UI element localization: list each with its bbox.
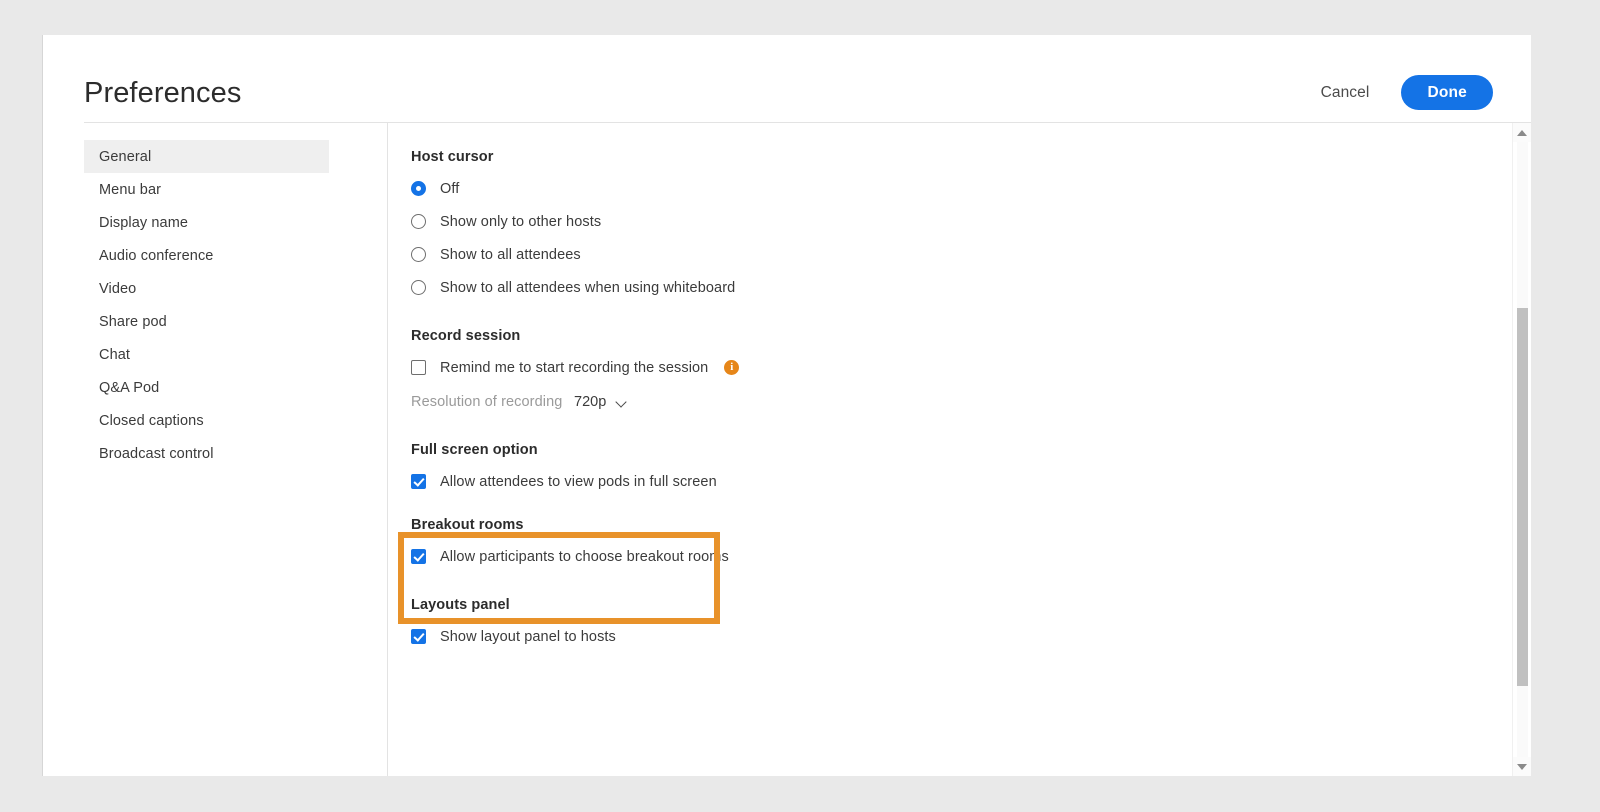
- dialog-body: General Menu bar Display name Audio conf…: [43, 122, 1531, 776]
- section-title-record-session: Record session: [411, 328, 521, 344]
- chevron-down-icon: [617, 397, 628, 408]
- section-record-session: Record session Remind me to start record…: [411, 328, 1531, 418]
- header-actions: Cancel Done: [1321, 75, 1493, 110]
- sidebar-item-label: Q&A Pod: [99, 379, 160, 396]
- section-breakout-rooms: Breakout rooms Allow participants to cho…: [411, 517, 1531, 573]
- sidebar-item-label: Display name: [99, 214, 189, 231]
- radio-label-off: Off: [440, 180, 460, 197]
- scroll-down-arrow-icon[interactable]: [1513, 757, 1531, 776]
- sidebar-item-chat[interactable]: Chat: [84, 338, 329, 371]
- cancel-button[interactable]: Cancel: [1321, 84, 1370, 102]
- sidebar-item-label: Chat: [99, 346, 131, 363]
- resolution-label: Resolution of recording: [411, 394, 563, 410]
- resolution-row: Resolution of recording 720p: [411, 386, 1531, 418]
- checkbox-row-show-layout-panel[interactable]: Show layout panel to hosts: [411, 620, 1531, 653]
- sidebar-item-closed-captions[interactable]: Closed captions: [84, 404, 329, 437]
- checkbox-choose-breakout-rooms[interactable]: [411, 549, 426, 564]
- radio-label-show-all-whiteboard: Show to all attendees when using whitebo…: [440, 279, 736, 296]
- checkbox-remind-recording[interactable]: [411, 360, 426, 375]
- section-title-breakout-rooms: Breakout rooms: [411, 517, 524, 533]
- sidebar-item-label: General: [99, 148, 152, 165]
- section-title-layouts-panel: Layouts panel: [411, 597, 510, 613]
- info-icon[interactable]: i: [724, 360, 740, 375]
- sidebar-item-label: Broadcast control: [99, 445, 214, 462]
- sidebar-item-label: Audio conference: [99, 247, 214, 264]
- content-scrollbar[interactable]: [1512, 123, 1531, 776]
- radio-show-only-hosts[interactable]: [411, 214, 426, 229]
- checkbox-label-show-layout-panel: Show layout panel to hosts: [440, 628, 616, 645]
- sidebar-item-qa-pod[interactable]: Q&A Pod: [84, 371, 329, 404]
- sidebar-item-label: Share pod: [99, 313, 167, 330]
- sidebar-item-label: Menu bar: [99, 181, 162, 198]
- sidebar-item-general[interactable]: General: [84, 140, 329, 173]
- resolution-dropdown[interactable]: 720p: [574, 394, 628, 410]
- general-settings: Host cursor Off Show only to other hosts…: [388, 123, 1531, 776]
- radio-row-show-only-hosts[interactable]: Show only to other hosts: [411, 205, 1531, 238]
- checkbox-show-layout-panel[interactable]: [411, 629, 426, 644]
- sidebar-item-audio-conference[interactable]: Audio conference: [84, 239, 329, 272]
- radio-label-show-only-hosts: Show only to other hosts: [440, 213, 602, 230]
- sidebar-item-video[interactable]: Video: [84, 272, 329, 305]
- sidebar-item-display-name[interactable]: Display name: [84, 206, 329, 239]
- section-layouts-panel: Layouts panel Show layout panel to hosts: [411, 597, 1531, 653]
- radio-label-show-all-attendees: Show to all attendees: [440, 246, 581, 263]
- section-full-screen-option: Full screen option Allow attendees to vi…: [411, 442, 1531, 498]
- checkbox-row-remind-recording[interactable]: Remind me to start recording the session…: [411, 351, 1531, 384]
- done-button[interactable]: Done: [1401, 75, 1493, 110]
- checkbox-label-full-screen-pods: Allow attendees to view pods in full scr…: [440, 473, 717, 490]
- sidebar-item-label: Closed captions: [99, 412, 204, 429]
- checkbox-row-choose-breakout-rooms[interactable]: Allow participants to choose breakout ro…: [411, 540, 1531, 573]
- sidebar-item-menu-bar[interactable]: Menu bar: [84, 173, 329, 206]
- section-title-host-cursor: Host cursor: [411, 149, 494, 165]
- checkbox-label-choose-breakout-rooms: Allow participants to choose breakout ro…: [440, 548, 729, 565]
- scrollbar-thumb[interactable]: [1517, 308, 1528, 686]
- radio-row-show-all-whiteboard[interactable]: Show to all attendees when using whitebo…: [411, 271, 1531, 304]
- checkbox-row-full-screen-pods[interactable]: Allow attendees to view pods in full scr…: [411, 465, 1531, 498]
- section-host-cursor: Host cursor Off Show only to other hosts…: [411, 149, 1531, 304]
- scroll-up-arrow-icon[interactable]: [1513, 123, 1531, 142]
- page-title: Preferences: [84, 77, 242, 109]
- preferences-dialog: Preferences Cancel Done General Menu bar…: [42, 35, 1531, 776]
- content-panel: Host cursor Off Show only to other hosts…: [387, 122, 1531, 776]
- checkbox-full-screen-pods[interactable]: [411, 474, 426, 489]
- section-title-full-screen-option: Full screen option: [411, 442, 538, 458]
- sidebar-item-share-pod[interactable]: Share pod: [84, 305, 329, 338]
- sidebar-item-broadcast-control[interactable]: Broadcast control: [84, 437, 329, 470]
- checkbox-label-remind-recording: Remind me to start recording the session: [440, 359, 709, 376]
- radio-show-all-attendees[interactable]: [411, 247, 426, 262]
- sidebar-item-label: Video: [99, 280, 137, 297]
- radio-row-show-all-attendees[interactable]: Show to all attendees: [411, 238, 1531, 271]
- radio-row-off[interactable]: Off: [411, 172, 1531, 205]
- dialog-header: Preferences Cancel Done: [43, 35, 1531, 122]
- resolution-value: 720p: [574, 394, 607, 410]
- radio-off[interactable]: [411, 181, 426, 196]
- preferences-sidebar: General Menu bar Display name Audio conf…: [84, 122, 387, 776]
- radio-show-all-whiteboard[interactable]: [411, 280, 426, 295]
